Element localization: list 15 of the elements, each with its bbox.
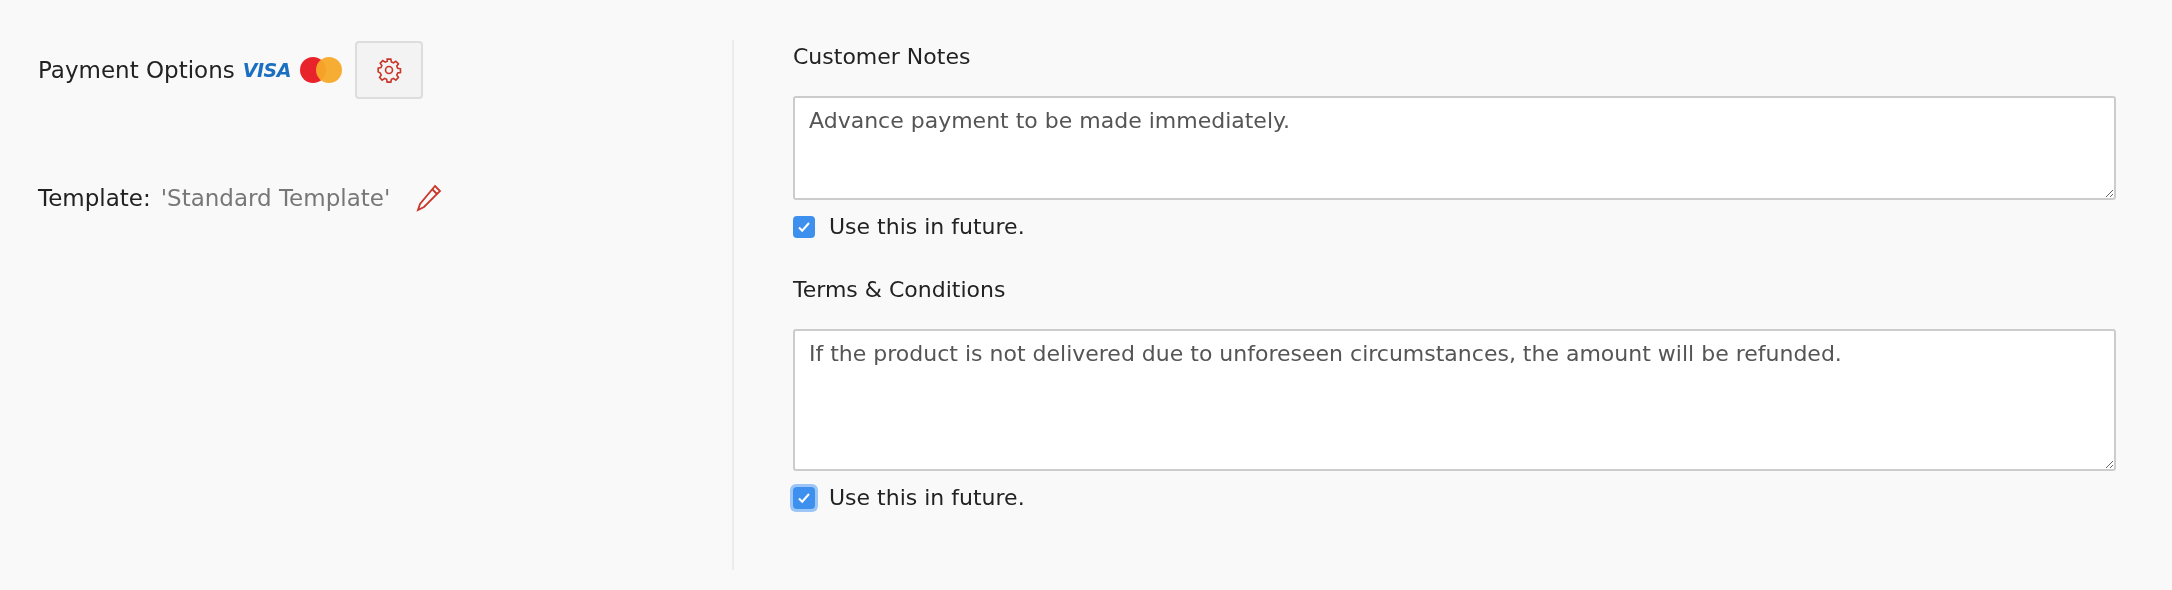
text-area[interactable]: If the product is not delivered due to unforeseen circumstances, the amount will be refunded. — [793, 329, 2116, 471]
template-label: Template: — [38, 185, 151, 211]
checkbox-label: Use this in future. — [829, 485, 1025, 510]
template-name: 'Standard Template' — [160, 185, 391, 211]
settings-button[interactable] — [354, 41, 423, 99]
section-title: Customer Notes — [793, 44, 972, 71]
payment-options-label: Payment Options — [38, 57, 235, 83]
section-title: Terms & Conditions — [793, 277, 1007, 304]
text-area[interactable]: Advance payment to be made immediately. — [793, 96, 2116, 200]
overlapping-circles-icon — [298, 56, 343, 84]
checkbox-label: Use this in future. — [829, 214, 1025, 239]
card-brand-label: VISA — [242, 59, 291, 81]
checkbox[interactable] — [793, 215, 815, 238]
gear-icon — [375, 57, 402, 83]
pencil-icon[interactable] — [416, 184, 443, 212]
